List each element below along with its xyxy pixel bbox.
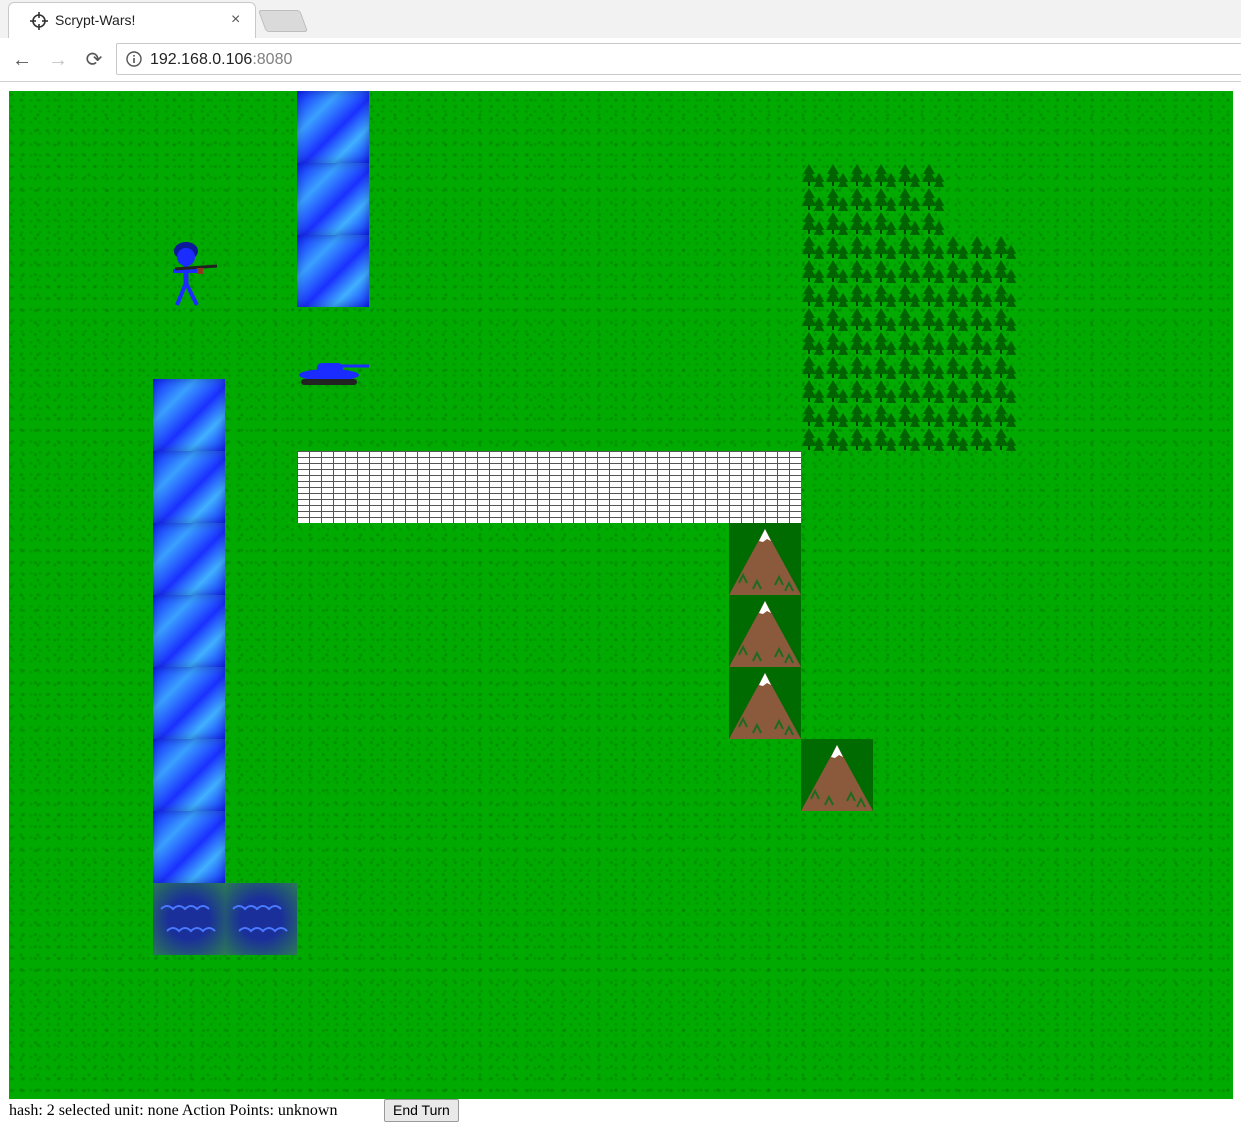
wall-tile[interactable]: [297, 451, 369, 523]
info-icon[interactable]: [126, 51, 142, 67]
reload-button[interactable]: ⟳: [80, 46, 108, 74]
selected-unit-value: none: [147, 1102, 179, 1119]
wall-tile[interactable]: [513, 451, 585, 523]
end-turn-button[interactable]: End Turn: [384, 1099, 459, 1122]
mountain-tile[interactable]: [729, 667, 801, 739]
selected-unit-label: selected unit:: [58, 1102, 144, 1119]
water-tile[interactable]: [153, 523, 225, 595]
tank-icon[interactable]: [297, 331, 369, 403]
url-text: 192.168.0.106:8080: [150, 51, 293, 68]
water-tile[interactable]: [297, 163, 369, 235]
tab-strip: Scrypt-Wars! ×: [0, 0, 1241, 38]
water-tile[interactable]: [153, 595, 225, 667]
sea-tile[interactable]: [225, 883, 297, 955]
browser-tab[interactable]: Scrypt-Wars! ×: [8, 2, 256, 38]
waves-icon: [160, 905, 216, 933]
mountain-tile[interactable]: [801, 739, 873, 811]
crosshair-icon: [30, 12, 48, 30]
wall-tile[interactable]: [369, 451, 441, 523]
wall-tile[interactable]: [441, 451, 513, 523]
water-tile[interactable]: [153, 667, 225, 739]
address-bar[interactable]: 192.168.0.106:8080: [116, 43, 1241, 75]
forward-button[interactable]: →: [44, 46, 72, 74]
hash-value: 2: [46, 1102, 55, 1119]
action-points-value: unknown: [277, 1102, 338, 1119]
mountain-tile[interactable]: [729, 595, 801, 667]
browser-toolbar: ← → ⟳ 192.168.0.106:8080: [0, 38, 1241, 82]
hash-label: hash:: [9, 1102, 43, 1119]
water-tile[interactable]: [297, 235, 369, 307]
mountain-tile[interactable]: [729, 523, 801, 595]
status-bar: hash: 2 selected unit: none Action Point…: [9, 1101, 337, 1123]
waves-icon: [232, 905, 288, 933]
game-map[interactable]: [9, 91, 1233, 1099]
water-tile[interactable]: [153, 811, 225, 883]
water-tile[interactable]: [153, 451, 225, 523]
wall-tile[interactable]: [729, 451, 801, 523]
new-tab-button[interactable]: [257, 10, 309, 32]
water-tile[interactable]: [297, 91, 369, 163]
action-points-label: Action Points:: [181, 1102, 274, 1119]
wall-tile[interactable]: [657, 451, 729, 523]
forest-area[interactable]: [801, 163, 1017, 451]
wall-tile[interactable]: [585, 451, 657, 523]
water-tile[interactable]: [153, 379, 225, 451]
back-button[interactable]: ←: [8, 46, 36, 74]
sea-tile[interactable]: [153, 883, 225, 955]
water-tile[interactable]: [153, 739, 225, 811]
tab-close-icon[interactable]: ×: [231, 10, 240, 30]
tab-title: Scrypt-Wars!: [55, 12, 136, 28]
soldier-icon[interactable]: [153, 235, 225, 307]
